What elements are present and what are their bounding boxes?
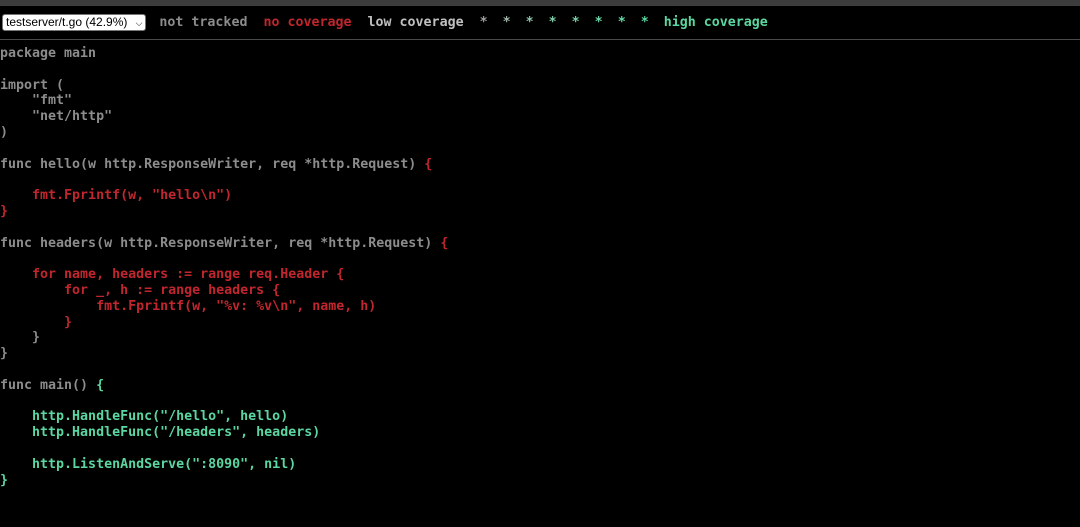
source-code-view: package main import ( "fmt" "net/http") fu… — [0, 46, 448, 488]
legend-star-5: * — [571, 15, 580, 30]
code-text: func hello(w http.ResponseWriter, req *h… — [0, 156, 425, 172]
code-text: fmt.Fprintf(w, "%v: %v\n", name, h) — [0, 298, 377, 314]
code-line: ) — [0, 125, 448, 141]
code-text: for _, h := range headers { — [0, 282, 281, 298]
code-text: } — [0, 203, 9, 219]
code-line: "fmt" — [0, 93, 448, 109]
code-text: func main() — [0, 377, 97, 393]
code-line: func main() { — [0, 378, 448, 394]
code-brace: { — [440, 235, 449, 251]
legend-star-8: * — [640, 15, 649, 30]
code-line: } — [0, 330, 448, 346]
code-text: } — [0, 472, 9, 488]
code-line: package main — [0, 46, 448, 62]
code-line: } — [0, 473, 448, 489]
code-line: "net/http" — [0, 109, 448, 125]
legend-low-coverage: low coverage — [367, 15, 464, 30]
code-line: } — [0, 346, 448, 362]
coverage-legend: not tracked no coverage low coverage * *… — [159, 15, 783, 30]
code-line: func hello(w http.ResponseWriter, req *h… — [0, 157, 448, 173]
code-text: package main — [0, 46, 97, 61]
legend-star-3: * — [525, 15, 534, 30]
code-text: import ( — [0, 77, 65, 93]
code-line: http.HandleFunc("/headers", headers) — [0, 425, 448, 441]
code-text: } — [0, 314, 73, 330]
code-text: http.ListenAndServe(":8090", nil) — [0, 456, 297, 472]
code-brace: { — [96, 377, 105, 393]
coverage-toolbar: testserver/t.go (42.9%) ⌵ not tracked no… — [0, 6, 1080, 40]
legend-star-7: * — [617, 15, 626, 30]
code-text: "fmt" — [0, 93, 73, 109]
code-line: fmt.Fprintf(w, "hello\n") — [0, 188, 448, 204]
legend-high-coverage: high coverage — [663, 15, 768, 30]
code-line: for _, h := range headers { — [0, 283, 448, 299]
legend-star-1: * — [479, 15, 488, 30]
legend-star-4: * — [548, 15, 557, 30]
code-line: import ( — [0, 78, 448, 94]
file-select-value: testserver/t.go (42.9%) — [6, 15, 128, 29]
legend-star-2: * — [502, 15, 511, 30]
code-line: for name, headers := range req.Header { — [0, 267, 448, 283]
code-line: } — [0, 204, 448, 220]
code-text: func headers(w http.ResponseWriter, req … — [0, 235, 441, 251]
code-brace: { — [424, 156, 433, 172]
file-select-dropdown[interactable]: testserver/t.go (42.9%) ⌵ — [2, 14, 147, 31]
code-text: ) — [0, 124, 9, 140]
code-line: } — [0, 315, 448, 331]
code-text: fmt.Fprintf(w, "hello\n") — [0, 188, 233, 204]
legend-no-coverage: no coverage — [263, 15, 352, 30]
code-line: fmt.Fprintf(w, "%v: %v\n", name, h) — [0, 299, 448, 315]
code-text: } — [0, 346, 9, 362]
code-line: http.ListenAndServe(":8090", nil) — [0, 457, 448, 473]
code-text: http.HandleFunc("/hello", hello) — [0, 409, 289, 425]
code-line: http.HandleFunc("/hello", hello) — [0, 409, 448, 425]
code-text: for name, headers := range req.Header { — [0, 267, 345, 283]
code-text: http.HandleFunc("/headers", headers) — [0, 425, 321, 441]
chevron-down-icon: ⌵ — [135, 18, 143, 28]
code-line: func headers(w http.ResponseWriter, req … — [0, 236, 448, 252]
legend-star-6: * — [594, 15, 603, 30]
code-text: "net/http" — [0, 109, 113, 125]
legend-not-tracked: not tracked — [159, 15, 248, 30]
code-text: } — [0, 330, 41, 346]
